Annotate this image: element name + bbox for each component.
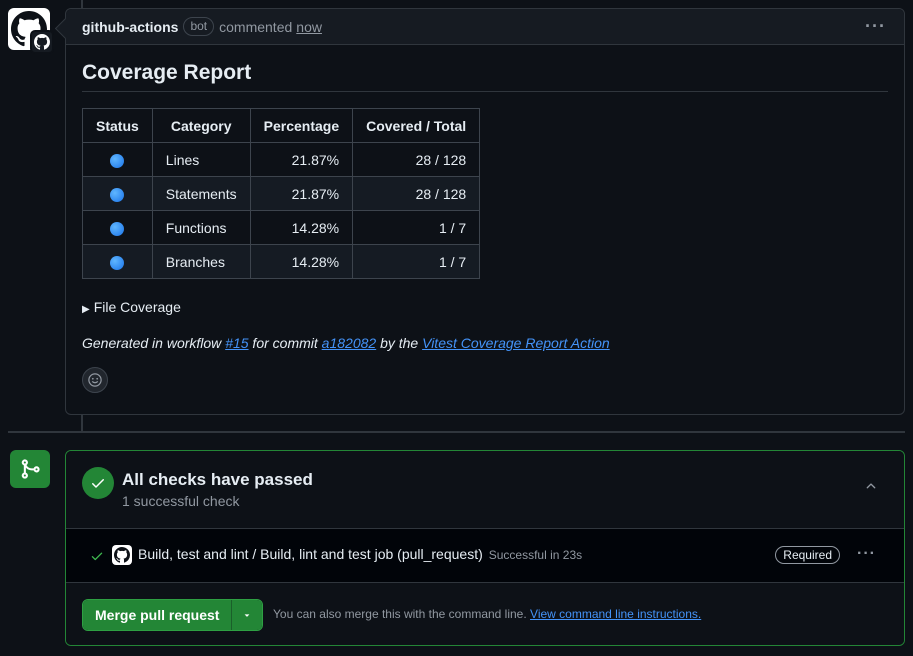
action-link[interactable]: Vitest Coverage Report Action <box>422 335 610 351</box>
timeline-divider <box>8 431 905 433</box>
disclosure-triangle-icon: ▶ <box>82 304 90 315</box>
blue-circle-icon <box>110 153 125 168</box>
generated-prefix-text: Generated in workflow <box>82 335 226 351</box>
triangle-down-icon <box>245 614 250 617</box>
table-row: Statements 21.87% 28 / 128 <box>82 176 481 211</box>
status-cell <box>82 142 153 177</box>
details-summary-label: File Coverage <box>93 299 181 315</box>
chevron-up-icon[interactable] <box>864 479 878 496</box>
checks-subtitle: 1 successful check <box>122 493 240 509</box>
github-app-badge-icon <box>30 30 54 54</box>
smiley-icon <box>88 373 102 387</box>
bot-badge: bot <box>183 17 215 36</box>
github-actions-avatar[interactable] <box>8 8 54 54</box>
category-cell: Statements <box>151 176 251 211</box>
generated-by-text: by the <box>376 335 423 351</box>
generated-mid-text: for commit <box>248 335 322 351</box>
covered-cell: 28 / 128 <box>352 142 481 177</box>
command-line-instructions-link[interactable]: View command line instructions. <box>530 607 701 621</box>
table-row: Branches 14.28% 1 / 7 <box>82 244 481 279</box>
table-header-row: Status Category Percentage Covered / Tot… <box>82 108 481 143</box>
table-row: Lines 21.87% 28 / 128 <box>82 142 481 177</box>
blue-circle-icon <box>110 255 125 270</box>
job-status-text: Successful in 23s <box>488 548 583 562</box>
workflow-link[interactable]: #15 <box>225 335 248 351</box>
merge-actions: Merge pull request You can also merge th… <box>66 583 904 645</box>
category-cell: Functions <box>151 210 251 245</box>
merge-button-group: Merge pull request <box>82 599 264 631</box>
percentage-cell: 21.87% <box>249 142 354 177</box>
comment-header: github-actions bot commented now ··· <box>66 9 904 45</box>
check-run-row[interactable]: Build, test and lint / Build, lint and t… <box>66 529 904 583</box>
covered-cell: 1 / 7 <box>352 244 481 279</box>
blue-circle-icon <box>110 221 125 236</box>
coverage-table: Status Category Percentage Covered / Tot… <box>82 108 481 279</box>
comment-action-text: commented <box>219 18 293 35</box>
merge-box: All checks have passed 1 successful chec… <box>65 450 905 646</box>
generated-note: Generated in workflow #15 for commit a18… <box>82 335 888 351</box>
checks-title: All checks have passed <box>122 470 313 489</box>
status-cell <box>82 176 153 211</box>
comment-author-link[interactable]: github-actions <box>82 19 178 35</box>
covered-cell: 1 / 7 <box>352 210 481 245</box>
job-name-label: Build, test and lint / Build, lint and t… <box>138 546 483 562</box>
merge-pull-request-button[interactable]: Merge pull request <box>83 600 233 630</box>
table-row: Functions 14.28% 1 / 7 <box>82 210 481 245</box>
table-header: Percentage <box>249 108 354 143</box>
git-merge-icon <box>10 450 50 488</box>
report-title: Coverage Report <box>82 61 888 92</box>
comment-timestamp-link[interactable]: now <box>296 19 322 35</box>
percentage-cell: 14.28% <box>249 244 354 279</box>
blue-circle-icon <box>110 187 125 202</box>
success-check-icon <box>82 467 114 499</box>
comment-box: github-actions bot commented now ··· Cov… <box>65 8 905 415</box>
add-reaction-button[interactable] <box>82 367 108 393</box>
comment-options-kebab-icon[interactable]: ··· <box>865 17 886 35</box>
table-header: Covered / Total <box>352 108 481 143</box>
category-cell: Lines <box>151 142 251 177</box>
table-header: Status <box>82 108 153 143</box>
merge-command-line-note: You can also merge this with the command… <box>273 607 701 621</box>
merge-options-dropdown-button[interactable] <box>232 600 263 630</box>
percentage-cell: 14.28% <box>249 210 354 245</box>
merge-note-text: You can also merge this with the command… <box>273 607 531 621</box>
job-name-link[interactable]: Build, test and lint / Build, lint and t… <box>138 546 582 562</box>
category-cell: Branches <box>151 244 251 279</box>
status-cell <box>82 210 153 245</box>
covered-cell: 28 / 128 <box>352 176 481 211</box>
comment-body: Coverage Report Status Category Percenta… <box>66 45 904 393</box>
status-cell <box>82 244 153 279</box>
commit-link[interactable]: a182082 <box>322 335 377 351</box>
file-coverage-details-toggle[interactable]: ▶ File Coverage <box>82 299 888 315</box>
github-logo-icon <box>112 545 132 565</box>
table-header: Category <box>151 108 251 143</box>
checks-summary: All checks have passed 1 successful chec… <box>66 451 904 529</box>
required-badge: Required <box>775 546 840 564</box>
check-icon <box>90 549 104 566</box>
percentage-cell: 21.87% <box>249 176 354 211</box>
check-options-kebab-icon[interactable]: ··· <box>857 545 876 563</box>
